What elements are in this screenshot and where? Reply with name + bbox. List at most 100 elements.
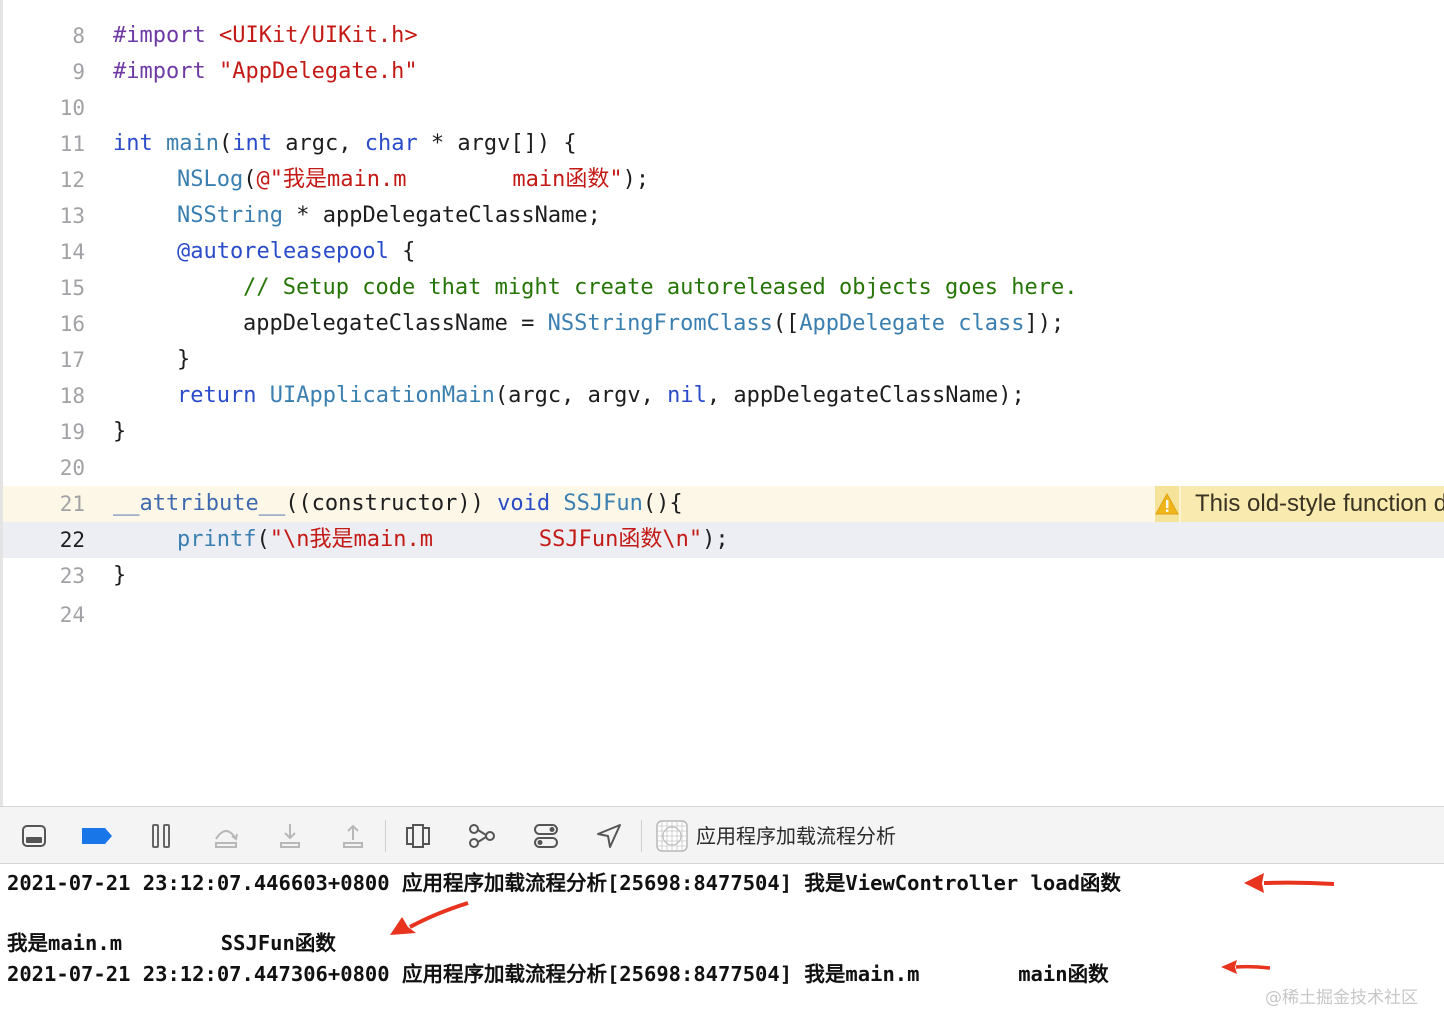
console-line: 2021-07-21 23:12:07.446603+0800 应用程序加载流程…: [7, 871, 1121, 895]
code-text[interactable]: appDelegateClassName = NSStringFromClass…: [243, 306, 1064, 342]
warning-message: This old-style function definition is no…: [1195, 490, 1444, 517]
token-directive: #import: [113, 23, 206, 48]
code-text[interactable]: }: [177, 342, 190, 378]
token-keyword: int: [113, 131, 153, 156]
line-number: 20: [59, 456, 85, 480]
step-over-icon[interactable]: [209, 819, 243, 853]
pause-icon[interactable]: [144, 819, 178, 853]
line-number: 8: [72, 24, 85, 48]
toolbar-separator: [641, 820, 642, 852]
token-directive: #import: [113, 59, 206, 84]
code-line: 8 #import <UIKit/UIKit.h>: [3, 18, 1444, 54]
warning-triangle-icon[interactable]: [1155, 486, 1181, 522]
code-text[interactable]: int main(int argc, char * argv[]) {: [113, 126, 577, 162]
watermark: @稀土掘金技术社区: [1265, 988, 1418, 1008]
code-text[interactable]: #import "AppDelegate.h": [113, 54, 418, 90]
line-number: 13: [59, 204, 85, 228]
token-plain: {: [388, 239, 416, 264]
token-comment: // Setup code that might create autorele…: [243, 275, 1078, 300]
token-function: main: [166, 131, 219, 156]
token-plain: * argv[]) {: [417, 131, 577, 156]
token-keyword: char: [364, 131, 418, 156]
line-number: 19: [59, 420, 85, 444]
line-number: 18: [59, 384, 85, 408]
token-punct: ]);: [1024, 311, 1065, 336]
code-text[interactable]: @autoreleasepool {: [177, 234, 415, 270]
code-line: 12 NSLog(@"我是main.m main函数");: [3, 162, 1444, 198]
line-number: 15: [59, 276, 85, 300]
code-text[interactable]: // Setup code that might create autorele…: [243, 270, 1077, 306]
hide-debug-area-icon[interactable]: [17, 819, 51, 853]
console-output[interactable]: 2021-07-21 23:12:07.446603+0800 应用程序加载流程…: [0, 865, 1444, 1034]
token-punct: }: [113, 419, 127, 444]
code-line: 18 return UIApplicationMain(argc, argv, …: [3, 378, 1444, 414]
token-plain: argc,: [271, 131, 365, 156]
line-number: 16: [59, 312, 85, 336]
token-punct: }: [177, 347, 191, 372]
token-punct: );: [622, 167, 650, 192]
simulate-location-icon[interactable]: [592, 819, 626, 853]
code-line: 17 }: [3, 342, 1444, 378]
step-out-icon[interactable]: [336, 819, 370, 853]
token-type: AppDelegate: [799, 311, 946, 336]
line-number: 9: [72, 60, 85, 84]
token-string: "AppDelegate.h": [218, 59, 418, 84]
console-line: 我是main.m SSJFun函数: [7, 931, 336, 955]
process-name-label[interactable]: 应用程序加载流程分析: [696, 821, 896, 851]
breakpoints-toggle-icon[interactable]: [80, 819, 114, 853]
code-line: 13 NSString * appDelegateClassName;: [3, 198, 1444, 234]
code-line: 16 appDelegateClassName = NSStringFromCl…: [3, 306, 1444, 342]
code-line: 19 }: [3, 414, 1444, 450]
token-attribute: __attribute__: [113, 491, 286, 516]
token-punct: }: [113, 563, 127, 588]
warning-annotation[interactable]: This old-style function definition is no…: [1155, 486, 1444, 522]
token-string: <UIKit/UIKit.h>: [218, 23, 418, 48]
token-string: "\n我是main.m SSJFun函数\n": [269, 527, 703, 552]
token-function: NSLog: [177, 167, 244, 192]
code-text[interactable]: }: [113, 414, 126, 450]
line-number: 10: [59, 96, 85, 120]
code-line: 20: [3, 450, 1444, 486]
step-into-icon[interactable]: [273, 819, 307, 853]
line-number: 22: [59, 528, 85, 552]
token-plain: * appDelegateClassName;: [282, 203, 601, 228]
memory-graph-icon[interactable]: [465, 819, 499, 853]
token-string: @"我是main.m main函数": [256, 167, 623, 192]
code-text[interactable]: NSString * appDelegateClassName;: [177, 198, 601, 234]
line-number: 12: [59, 168, 85, 192]
line-number: 14: [59, 240, 85, 264]
app-target-icon[interactable]: [655, 819, 689, 853]
source-editor[interactable]: 7 8 #import <UIKit/UIKit.h> 9 #import "A…: [0, 0, 1444, 806]
token-punct: (: [218, 131, 233, 156]
token-keyword: void: [497, 491, 551, 516]
code-text[interactable]: #import <UIKit/UIKit.h>: [113, 18, 418, 54]
code-text[interactable]: }: [113, 558, 126, 594]
token-function: SSJFun: [563, 491, 643, 516]
code-text[interactable]: printf("\n我是main.m SSJFun函数\n");: [177, 522, 729, 558]
token-function: UIApplicationMain: [269, 383, 495, 408]
code-line: 10: [3, 90, 1444, 126]
token-punct: (: [256, 527, 270, 552]
code-text[interactable]: return UIApplicationMain(argc, argv, nil…: [177, 378, 1025, 414]
token-plain: (argc, argv,: [494, 383, 668, 408]
annotation-arrow: [1221, 960, 1271, 974]
code-line: 11 int main(int argc, char * argv[]) {: [3, 126, 1444, 162]
view-hierarchy-icon[interactable]: [401, 819, 435, 853]
token-method: class: [958, 311, 1025, 336]
code-line: 24: [3, 597, 1444, 633]
environment-overrides-icon[interactable]: [529, 819, 563, 853]
code-line: 7: [3, 0, 1444, 10]
annotation-arrow: [1244, 873, 1335, 893]
token-function: printf: [177, 527, 257, 552]
line-number: 21: [59, 492, 85, 516]
token-punct: ([: [772, 311, 800, 336]
code-text[interactable]: __attribute__((constructor)) void SSJFun…: [113, 486, 683, 525]
code-line: 15 // Setup code that might create autor…: [3, 270, 1444, 306]
line-number: 23: [59, 564, 85, 588]
token-punct: (: [243, 167, 257, 192]
code-text[interactable]: NSLog(@"我是main.m main函数");: [177, 162, 649, 198]
warning-underline: (): [642, 486, 670, 525]
token-keyword: @autoreleasepool: [177, 239, 389, 264]
